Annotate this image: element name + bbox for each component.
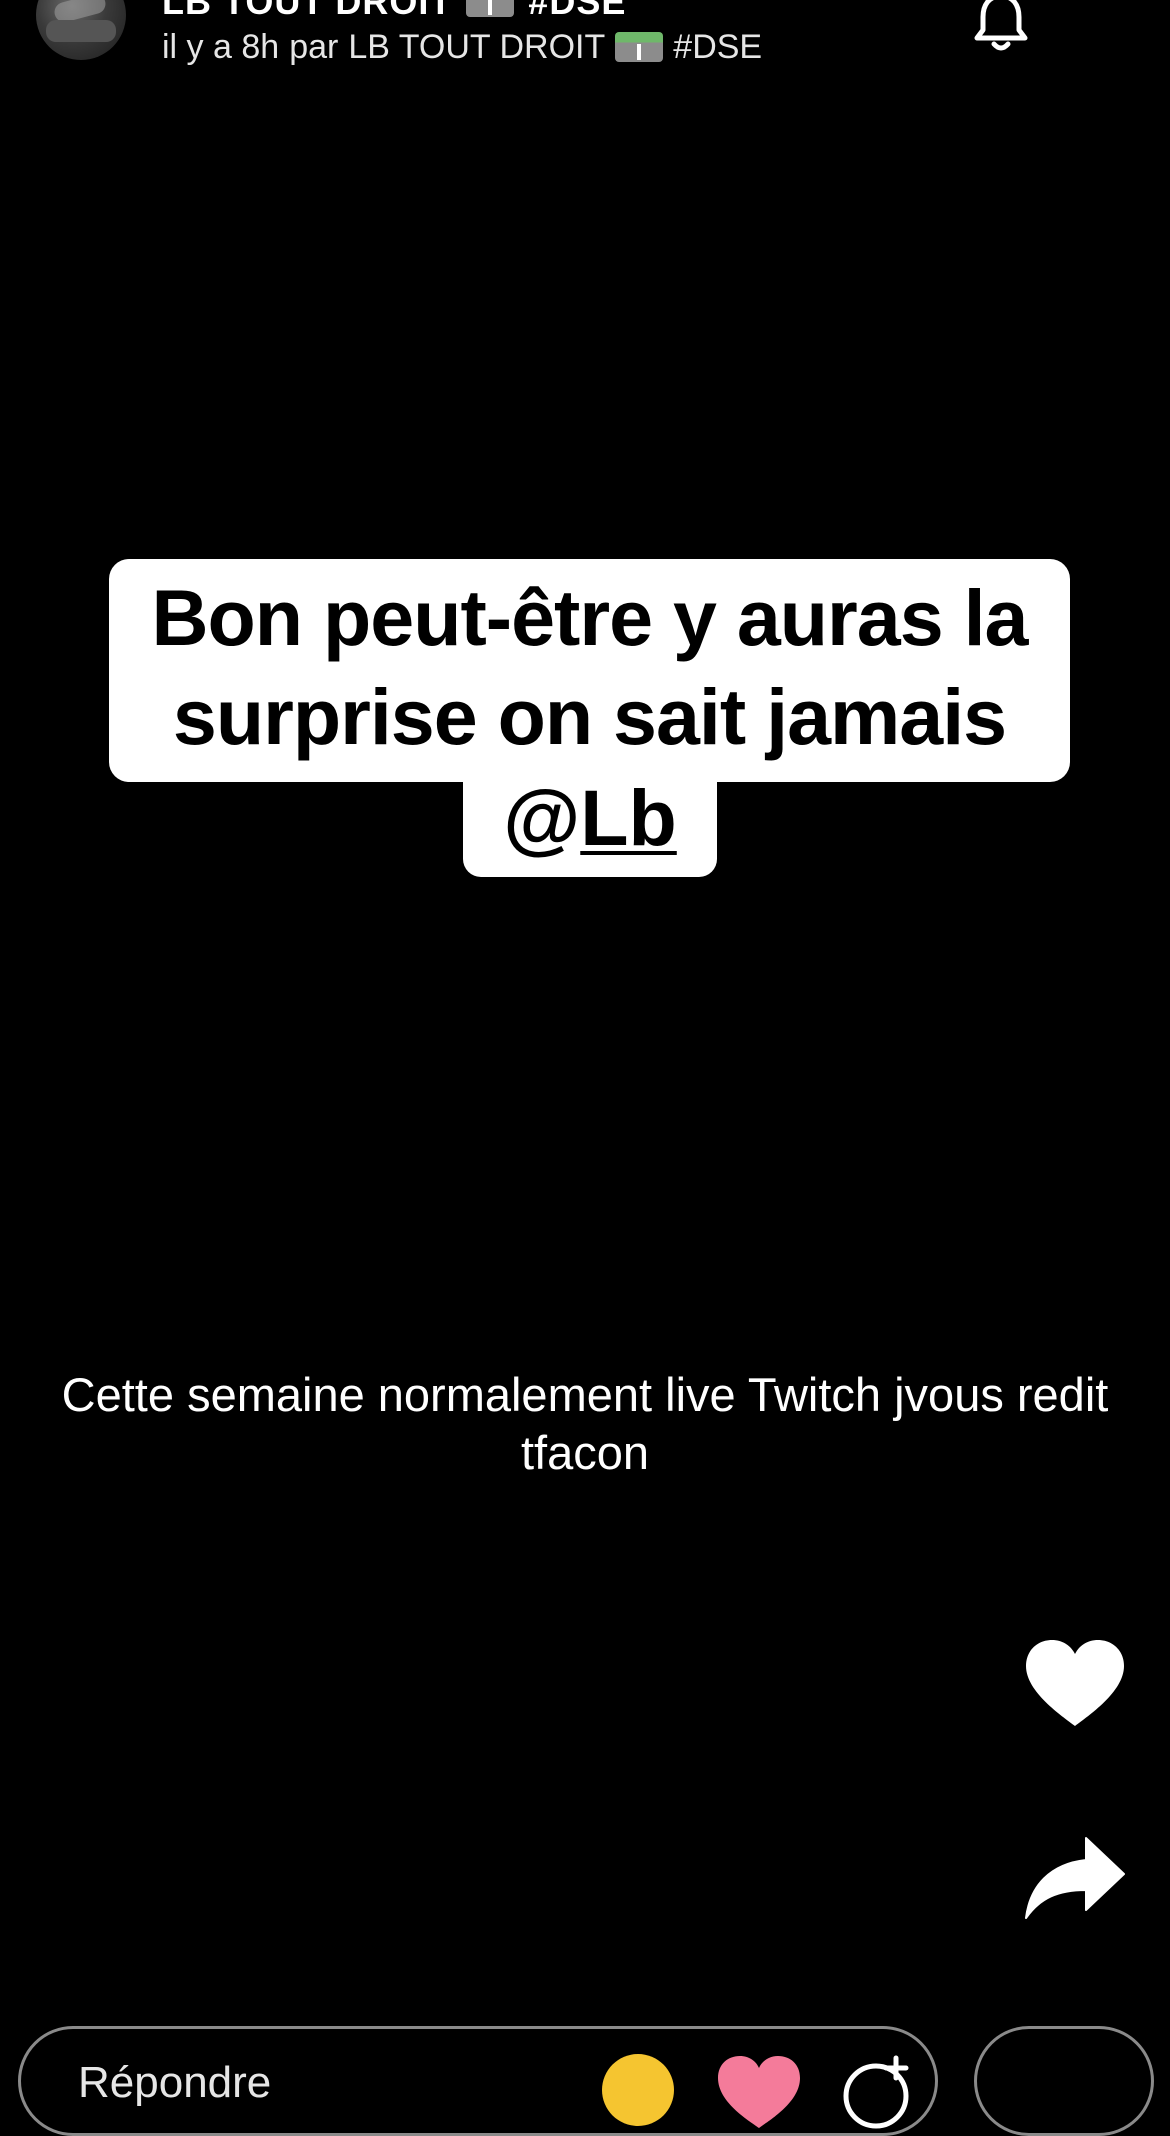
time-ago: il y a 8h bbox=[162, 27, 280, 66]
bell-icon[interactable] bbox=[968, 0, 1034, 56]
caption-text: Bon peut-être y auras la surprise on sai… bbox=[151, 573, 1029, 761]
channel-tag: #DSE bbox=[528, 0, 627, 22]
motorway-emoji-icon bbox=[466, 0, 515, 17]
channel-title[interactable]: LB TOUT DROIT #DSE bbox=[162, 0, 627, 22]
heart-emoji-icon[interactable] bbox=[714, 2052, 804, 2132]
share-arrow-icon[interactable] bbox=[1022, 1834, 1128, 1924]
mention-link[interactable]: @Lb bbox=[463, 768, 717, 868]
heart-icon[interactable] bbox=[1022, 1636, 1128, 1732]
mention-handle: Lb bbox=[580, 773, 677, 862]
author-name: LB TOUT DROIT bbox=[348, 27, 606, 66]
author-tag: #DSE bbox=[673, 27, 763, 66]
channel-name: LB TOUT DROIT bbox=[162, 0, 453, 22]
story-description: Cette semaine normalement live Twitch jv… bbox=[61, 1368, 1109, 1479]
sad-face-emoji-icon[interactable] bbox=[602, 2054, 674, 2126]
reply-placeholder: Répondre bbox=[78, 2058, 272, 2107]
channel-avatar[interactable] bbox=[36, 0, 126, 60]
motorway-emoji-icon bbox=[615, 32, 664, 62]
by-label: par bbox=[289, 27, 339, 66]
add-reaction-icon[interactable] bbox=[838, 2052, 918, 2132]
post-meta: il y a 8h par LB TOUT DROIT #DSE bbox=[162, 26, 762, 68]
secondary-action-button[interactable] bbox=[974, 2026, 1154, 2136]
mention-at: @ bbox=[503, 773, 581, 862]
